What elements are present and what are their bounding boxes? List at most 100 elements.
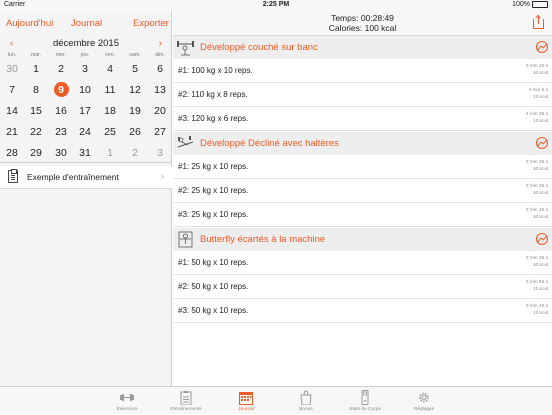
calendar-day[interactable]: 15 xyxy=(24,101,48,121)
calendar-day[interactable]: 12 xyxy=(123,80,147,100)
set-row[interactable]: #1: 25 kg x 10 reps. 2 min 25 s 10 kcal xyxy=(173,155,552,179)
set-row[interactable]: #2: 110 kg x 8 reps. 4 min 5 s 12 kcal xyxy=(173,83,552,107)
calendar-day[interactable]: 16 xyxy=(49,101,73,121)
calendar-day-number: 15 xyxy=(30,105,42,117)
calendar-day[interactable]: 2 xyxy=(49,59,73,79)
calendar-day-number: 31 xyxy=(79,147,91,159)
calendar-day-number: 9 xyxy=(58,84,64,96)
gear-icon xyxy=(416,390,432,405)
set-row[interactable]: #3: 25 kg x 10 reps. 2 min 45 s 10 kcal xyxy=(173,203,552,227)
prev-month-button[interactable]: ‹ xyxy=(10,38,13,49)
set-row[interactable]: #2: 25 kg x 10 reps. 2 min 35 s 10 kcal xyxy=(173,179,552,203)
weekday-label: jeu. xyxy=(80,52,90,58)
calendar-day[interactable]: 6 xyxy=(148,59,172,79)
exercise-header[interactable]: Butterfly écartés à la machine xyxy=(173,228,552,251)
workout-template-label: Exemple d'entraînement xyxy=(27,172,119,182)
set-calories: 10 kcal xyxy=(532,215,548,220)
calendar-day[interactable]: 9 xyxy=(49,80,73,100)
calendar-day[interactable]: 18 xyxy=(98,101,122,121)
calendar-day[interactable]: 7 xyxy=(0,80,24,100)
weekday-label: ven. xyxy=(105,52,115,58)
total-time: Temps: 00:28:49 xyxy=(331,13,394,23)
calendar-day-number: 28 xyxy=(6,147,18,159)
chevron-right-icon: › xyxy=(161,171,164,181)
tab-clipboard[interactable]: Entraînements xyxy=(161,387,211,415)
calendar-day[interactable]: 14 xyxy=(0,101,24,121)
exercise-name: Développé Décliné avec haltères xyxy=(200,138,339,149)
calendar-day-number: 25 xyxy=(104,126,116,138)
tab-calendar[interactable]: Journal xyxy=(221,387,271,415)
set-row[interactable]: #1: 50 kg x 10 reps. 2 min 25 s 10 kcal xyxy=(173,251,552,275)
clipboard-icon xyxy=(8,169,18,183)
tab-dumbbell[interactable]: Exercices xyxy=(102,387,152,415)
tab-gear[interactable]: Réglages xyxy=(399,387,449,415)
left-toolbar: Aujourd'hui Journal Exporter xyxy=(0,11,172,36)
scale-icon xyxy=(357,390,373,405)
workout-template-row[interactable]: Exemple d'entraînement › xyxy=(0,166,172,188)
journal-title: Journal xyxy=(71,18,103,29)
calendar-day[interactable]: 1 xyxy=(24,59,48,79)
calendar-day-number: 3 xyxy=(157,147,163,159)
share-icon[interactable] xyxy=(533,14,544,29)
stats-chart-icon[interactable] xyxy=(536,137,548,149)
set-row[interactable]: #3: 50 kg x 10 reps. 3 min 49 s 12 kcal xyxy=(173,299,552,323)
month-title: décembre 2015 xyxy=(52,38,120,49)
calendar-day[interactable]: 4 xyxy=(98,59,122,79)
today-button[interactable]: Aujourd'hui xyxy=(6,18,53,29)
calendar-day[interactable]: 8 xyxy=(24,80,48,100)
calendar-icon xyxy=(238,390,254,405)
calendar-day-number: 29 xyxy=(30,147,42,159)
calendar-day[interactable]: 31 xyxy=(73,143,97,163)
calendar-day[interactable]: 24 xyxy=(73,122,97,142)
calendar-day[interactable]: 21 xyxy=(0,122,24,142)
weekday-label: dim. xyxy=(155,52,165,58)
calendar-day[interactable]: 28 xyxy=(0,143,24,163)
set-text: #1: 25 kg x 10 reps. xyxy=(178,162,249,171)
set-calories: 10 kcal xyxy=(532,191,548,196)
clipboard-icon xyxy=(178,390,194,406)
calendar-day[interactable]: 11 xyxy=(98,80,122,100)
calendar-day[interactable]: 3 xyxy=(73,59,97,79)
set-calories: 12 kcal xyxy=(532,95,548,100)
calendar-day[interactable]: 17 xyxy=(73,101,97,121)
calendar-day[interactable]: 19 xyxy=(123,101,147,121)
exercise-header[interactable]: Développé Décliné avec haltères xyxy=(173,132,552,155)
calendar-day[interactable]: 25 xyxy=(98,122,122,142)
calendar-day[interactable]: 1 xyxy=(98,143,122,163)
calendar-day[interactable]: 13 xyxy=(148,80,172,100)
stats-chart-icon[interactable] xyxy=(536,233,548,245)
set-text: #3: 25 kg x 10 reps. xyxy=(178,210,249,219)
calendar-day-number: 2 xyxy=(132,147,138,159)
calendar-day[interactable]: 2 xyxy=(123,143,147,163)
calendar-day-number: 27 xyxy=(154,126,166,138)
decline-press-icon xyxy=(176,134,195,153)
calendar-day[interactable]: 26 xyxy=(123,122,147,142)
calendar-day[interactable]: 30 xyxy=(0,59,24,79)
tab-scale[interactable]: Stats du Corps xyxy=(340,387,390,415)
set-row[interactable]: #3: 120 kg x 6 reps. 4 min 35 s 13 kcal xyxy=(173,107,552,131)
calendar-day[interactable]: 5 xyxy=(123,59,147,79)
set-duration: 4 min 5 s xyxy=(528,88,548,93)
stats-chart-icon[interactable] xyxy=(536,41,548,53)
calendar-day[interactable]: 27 xyxy=(148,122,172,142)
calendar-day[interactable]: 29 xyxy=(24,143,48,163)
battery-percent: 100% xyxy=(512,1,530,8)
calendar-day[interactable]: 20 xyxy=(148,101,172,121)
calendar-day-number: 6 xyxy=(157,63,163,75)
calendar-day-number: 23 xyxy=(55,126,67,138)
set-row[interactable]: #1: 100 kg x 10 reps. 3 min 20 s 10 kcal xyxy=(173,59,552,83)
calendar-day[interactable]: 3 xyxy=(148,143,172,163)
set-duration: 2 min 25 s xyxy=(525,256,548,261)
calendar-day-number: 2 xyxy=(58,63,64,75)
calendar-day[interactable]: 22 xyxy=(24,122,48,142)
calendar-day[interactable]: 23 xyxy=(49,122,73,142)
set-text: #3: 120 kg x 6 reps. xyxy=(178,114,249,123)
calendar-day[interactable]: 30 xyxy=(49,143,73,163)
export-button[interactable]: Exporter xyxy=(133,18,169,29)
tab-bag[interactable]: Bonus xyxy=(281,387,331,415)
next-month-button[interactable]: › xyxy=(159,38,162,49)
tab-label: Entraînements xyxy=(170,407,202,412)
calendar-day[interactable]: 10 xyxy=(73,80,97,100)
exercise-header[interactable]: Développé couché sur banc xyxy=(173,36,552,59)
set-row[interactable]: #2: 50 kg x 10 reps. 2 min 55 s 11 kcal xyxy=(173,275,552,299)
